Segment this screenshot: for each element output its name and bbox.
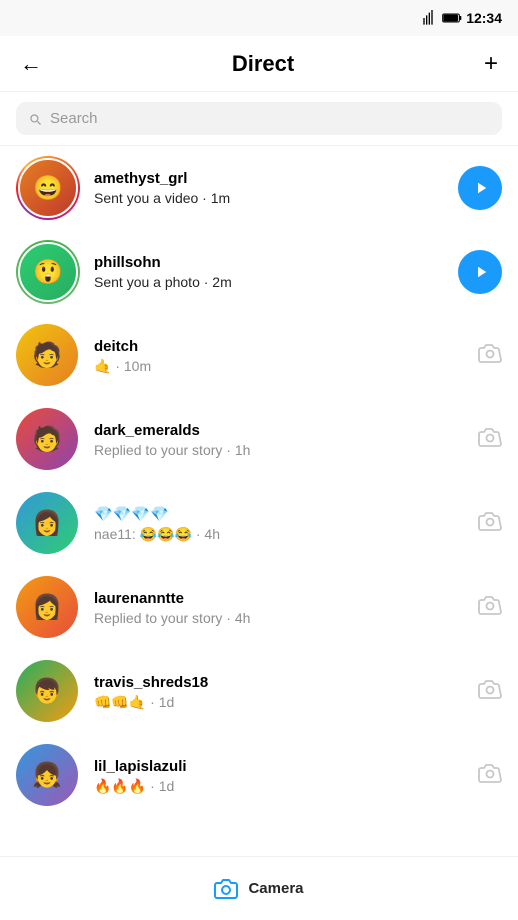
message-username: deitch <box>94 338 466 355</box>
avatar-container: 😲 <box>16 240 80 304</box>
message-item[interactable]: 👩 💎💎💎💎 nae11: 😂😂😂 · 4h <box>0 482 518 566</box>
message-preview: Replied to your story · 4h <box>94 610 466 626</box>
message-item[interactable]: 😲 phillsohn Sent you a photo · 2m <box>0 230 518 314</box>
message-action[interactable] <box>478 595 502 621</box>
signal-icon <box>422 10 438 26</box>
message-item[interactable]: 🧑 dark_emeralds Replied to your story · … <box>0 398 518 482</box>
avatar: 🧑 <box>16 324 78 386</box>
status-bar: 12:34 <box>0 0 518 36</box>
avatar-container: 👩 <box>16 576 80 640</box>
message-content: travis_shreds18 👊👊🤙 · 1d <box>94 674 466 711</box>
message-action[interactable] <box>458 250 502 294</box>
message-preview: Sent you a photo · 2m <box>94 274 446 290</box>
search-input[interactable]: Search <box>50 110 98 127</box>
avatar: 🧑 <box>16 408 78 470</box>
new-message-button[interactable]: + <box>480 46 502 82</box>
avatar: 👩 <box>16 492 78 554</box>
story-ring-green: 😲 <box>16 240 80 304</box>
back-button[interactable]: ← <box>16 47 46 81</box>
message-preview: nae11: 😂😂😂 · 4h <box>94 526 466 543</box>
message-username: travis_shreds18 <box>94 674 466 691</box>
camera-action-icon[interactable] <box>478 427 502 453</box>
message-username: dark_emeralds <box>94 422 466 439</box>
message-username: lil_lapislazuli <box>94 758 466 775</box>
avatar: 👧 <box>16 744 78 806</box>
play-button[interactable] <box>458 166 502 210</box>
message-action[interactable] <box>478 427 502 453</box>
avatar: 👩 <box>16 576 78 638</box>
camera-action-icon[interactable] <box>478 511 502 537</box>
camera-icon <box>214 877 238 901</box>
avatar: 👦 <box>16 660 78 722</box>
status-icons: 12:34 <box>422 10 502 26</box>
message-item[interactable]: 😄 amethyst_grl Sent you a video · 1m <box>0 146 518 230</box>
message-content: phillsohn Sent you a photo · 2m <box>94 254 446 290</box>
search-container: Search <box>0 92 518 146</box>
message-action[interactable] <box>458 166 502 210</box>
message-username: 💎💎💎💎 <box>94 505 466 523</box>
message-action[interactable] <box>478 763 502 789</box>
message-preview: Sent you a video · 1m <box>94 190 446 206</box>
status-time: 12:34 <box>466 10 502 26</box>
avatar-container: 👦 <box>16 660 80 724</box>
search-icon <box>28 112 42 126</box>
message-content: dark_emeralds Replied to your story · 1h <box>94 422 466 458</box>
message-preview: 👊👊🤙 · 1d <box>94 694 466 711</box>
message-content: deitch 🤙 · 10m <box>94 338 466 375</box>
camera-action-icon[interactable] <box>478 343 502 369</box>
message-preview: 🤙 · 10m <box>94 358 466 375</box>
avatar-container: 😄 <box>16 156 80 220</box>
battery-icon <box>442 11 462 25</box>
message-content: amethyst_grl Sent you a video · 1m <box>94 170 446 206</box>
message-item[interactable]: 🧑 deitch 🤙 · 10m <box>0 314 518 398</box>
search-bar[interactable]: Search <box>16 102 502 135</box>
message-preview: Replied to your story · 1h <box>94 442 466 458</box>
message-item[interactable]: 👩 laurenanntte Replied to your story · 4… <box>0 566 518 650</box>
play-button[interactable] <box>458 250 502 294</box>
message-username: laurenanntte <box>94 590 466 607</box>
message-preview: 🔥🔥🔥 · 1d <box>94 778 466 795</box>
camera-action-icon[interactable] <box>478 763 502 789</box>
avatar-container: 🧑 <box>16 408 80 472</box>
story-ring-gradient: 😄 <box>16 156 80 220</box>
page-title: Direct <box>232 51 294 77</box>
message-action[interactable] <box>478 511 502 537</box>
camera-label: Camera <box>248 880 303 897</box>
message-username: phillsohn <box>94 254 446 271</box>
message-content: laurenanntte Replied to your story · 4h <box>94 590 466 626</box>
message-action[interactable] <box>478 679 502 705</box>
message-content: lil_lapislazuli 🔥🔥🔥 · 1d <box>94 758 466 795</box>
message-content: 💎💎💎💎 nae11: 😂😂😂 · 4h <box>94 505 466 543</box>
camera-action-icon[interactable] <box>478 679 502 705</box>
header: ← Direct + <box>0 36 518 92</box>
message-action[interactable] <box>478 343 502 369</box>
message-item[interactable]: 👧 lil_lapislazuli 🔥🔥🔥 · 1d <box>0 734 518 818</box>
avatar-container: 🧑 <box>16 324 80 388</box>
avatar-container: 👧 <box>16 744 80 808</box>
bottom-bar-camera[interactable]: Camera <box>0 856 518 920</box>
message-username: amethyst_grl <box>94 170 446 187</box>
avatar-container: 👩 <box>16 492 80 556</box>
message-item[interactable]: 👦 travis_shreds18 👊👊🤙 · 1d <box>0 650 518 734</box>
message-list: 😄 amethyst_grl Sent you a video · 1m 😲 p… <box>0 146 518 818</box>
camera-action-icon[interactable] <box>478 595 502 621</box>
